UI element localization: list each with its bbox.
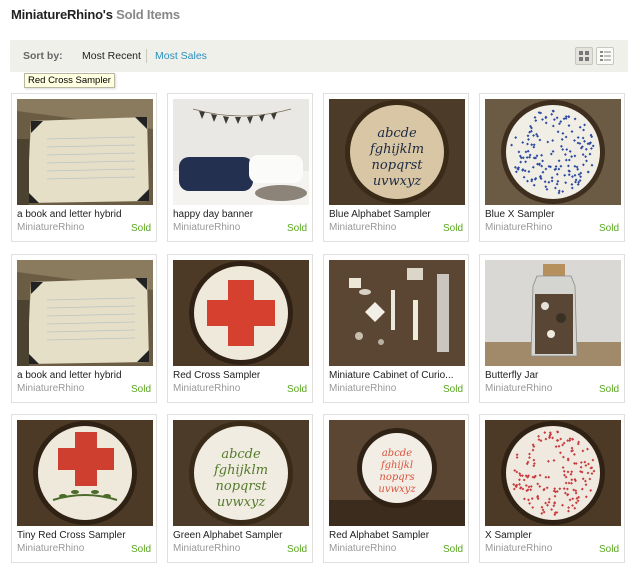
svg-text:abcde: abcde [221,447,261,462]
item-title[interactable]: Red Alphabet Sampler [329,530,465,541]
tooltip: Red Cross Sampler [24,73,115,88]
sold-status-label: Sold [442,544,463,555]
list-view-button[interactable] [596,47,614,65]
svg-text:nopqrst: nopqrst [216,479,268,494]
item-shop-name[interactable]: MiniatureRhino [485,222,552,233]
item-card[interactable]: abcde fghijklm nopqrst uvwxyz Green Alpha… [167,414,313,563]
item-thumbnail[interactable] [485,420,621,526]
sold-status-label: Sold [286,223,307,234]
item-card[interactable]: happy day banner MiniatureRhino Sold [167,93,313,242]
item-thumbnail[interactable] [17,99,153,205]
item-title[interactable]: Red Cross Sampler [173,370,309,381]
svg-text:fghijklm: fghijklm [213,463,268,478]
item-thumbnail[interactable] [17,420,153,526]
sold-status-label: Sold [286,384,307,395]
sold-status-label: Sold [598,544,619,555]
svg-text:uvwxyz: uvwxyz [378,484,416,495]
sold-status-label: Sold [130,384,151,395]
sold-status-label: Sold [598,223,619,234]
item-shop-name[interactable]: MiniatureRhino [329,222,396,233]
sort-label: Sort by: [23,50,63,62]
item-thumbnail[interactable] [173,260,309,366]
page-title: MiniatureRhino's Sold Items [11,7,180,22]
svg-text:abcde: abcde [382,448,412,459]
item-shop-name[interactable]: MiniatureRhino [173,543,240,554]
item-shop-name[interactable]: MiniatureRhino [329,383,396,394]
item-shop-name[interactable]: MiniatureRhino [173,383,240,394]
item-thumbnail[interactable]: abcde fghijkl nopqrs uvwxyz [329,420,465,526]
item-title[interactable]: happy day banner [173,209,309,220]
item-title[interactable]: Tiny Red Cross Sampler [17,530,153,541]
sold-status-label: Sold [286,544,307,555]
item-thumbnail[interactable] [485,260,621,366]
svg-text:fghijkl: fghijkl [380,460,413,471]
page-subtitle: Sold Items [116,7,180,22]
item-card[interactable]: Tiny Red Cross Sampler MiniatureRhino Sold [11,414,157,563]
item-thumbnail[interactable] [173,99,309,205]
item-thumbnail[interactable] [17,260,153,366]
sort-bar: Sort by: Most Recent Most Sales [10,40,628,72]
item-title[interactable]: Miniature Cabinet of Curio... [329,370,465,381]
item-title[interactable]: Blue Alphabet Sampler [329,209,465,220]
svg-text:fghijklm: fghijklm [369,142,424,157]
item-card[interactable]: Blue X Sampler MiniatureRhino Sold [479,93,625,242]
item-card[interactable]: a book and letter hybrid MiniatureRhino So… [11,93,157,242]
item-card[interactable]: abcde fghijkl nopqrs uvwxyz Red Alphabet … [323,414,469,563]
item-title[interactable]: a book and letter hybrid [17,370,153,381]
item-title[interactable]: Blue X Sampler [485,209,621,220]
item-shop-name[interactable]: MiniatureRhino [485,543,552,554]
sort-most-recent[interactable]: Most Recent [82,50,141,62]
item-shop-name[interactable]: MiniatureRhino [329,543,396,554]
item-title[interactable]: Butterfly Jar [485,370,621,381]
item-shop-name[interactable]: MiniatureRhino [485,383,552,394]
item-thumbnail[interactable]: abcde fghijklm nopqrst uvwxyz [329,99,465,205]
item-shop-name[interactable]: MiniatureRhino [17,222,84,233]
sold-status-label: Sold [598,384,619,395]
grid-view-button[interactable] [575,47,593,65]
item-title[interactable]: a book and letter hybrid [17,209,153,220]
sold-status-label: Sold [442,384,463,395]
item-card[interactable]: abcde fghijklm nopqrst uvwxyz Blue Alphab… [323,93,469,242]
shop-name[interactable]: MiniatureRhino's [11,7,113,22]
svg-text:nopqrst: nopqrst [372,158,424,173]
list-icon [599,51,611,61]
item-thumbnail[interactable]: abcde fghijklm nopqrst uvwxyz [173,420,309,526]
sold-status-label: Sold [442,223,463,234]
item-shop-name[interactable]: MiniatureRhino [173,222,240,233]
item-card[interactable]: X Sampler MiniatureRhino Sold [479,414,625,563]
item-card[interactable]: Red Cross Sampler MiniatureRhino Sold [167,254,313,403]
item-card[interactable]: a book and letter hybrid MiniatureRhino So… [11,254,157,403]
item-card[interactable]: Butterfly Jar MiniatureRhino Sold [479,254,625,403]
grid-icon [579,51,589,61]
sort-most-sales[interactable]: Most Sales [155,50,207,62]
svg-text:uvwxyz: uvwxyz [373,174,422,189]
sort-divider [146,49,147,63]
svg-text:nopqrs: nopqrs [379,472,414,483]
item-shop-name[interactable]: MiniatureRhino [17,543,84,554]
item-title[interactable]: X Sampler [485,530,621,541]
item-thumbnail[interactable] [485,99,621,205]
sold-status-label: Sold [130,544,151,555]
svg-text:uvwxyz: uvwxyz [217,495,266,510]
item-shop-name[interactable]: MiniatureRhino [17,383,84,394]
svg-text:abcde: abcde [377,126,417,141]
sold-status-label: Sold [130,223,151,234]
item-thumbnail[interactable] [329,260,465,366]
item-card[interactable]: Miniature Cabinet of Curio... MiniatureRh… [323,254,469,403]
item-title[interactable]: Green Alphabet Sampler [173,530,309,541]
